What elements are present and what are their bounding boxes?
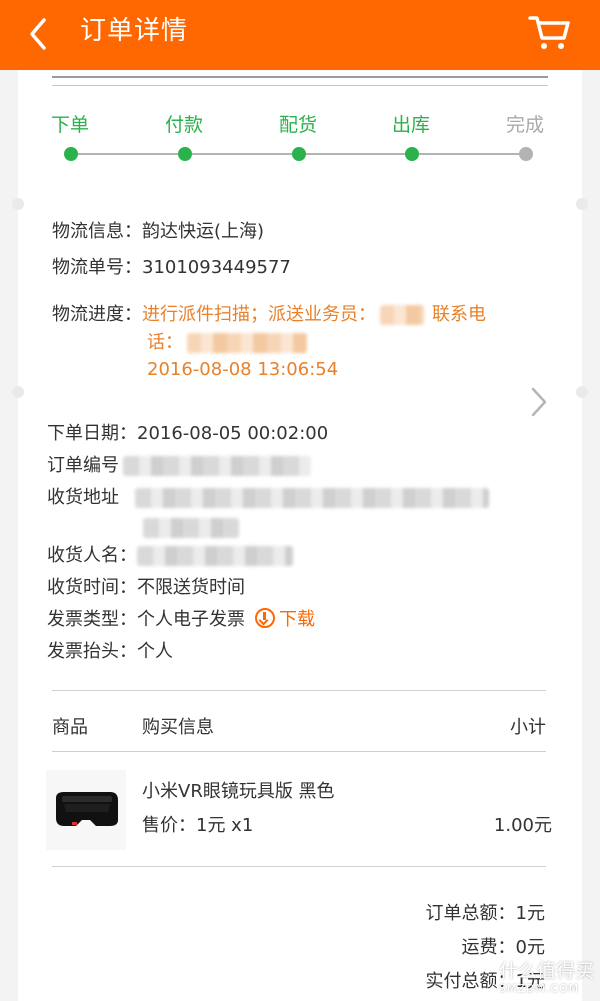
divider — [52, 690, 546, 691]
product-subtotal: 1.00元 — [493, 815, 552, 836]
product-name: 小米VR眼镜玩具版 黑色 — [142, 781, 335, 802]
delivery-time-row: 收货时间：不限送货时间 — [47, 572, 245, 604]
product-price: 售价：1元 x1 — [142, 815, 254, 836]
step-dot — [178, 147, 192, 161]
page-title: 订单详情 — [80, 16, 189, 46]
order-total: 订单总额：1元 — [425, 903, 545, 924]
shipping-address-row: 收货地址 — [47, 482, 489, 514]
step-payment: 付款 — [154, 110, 214, 161]
col-info-header: 购买信息 — [142, 717, 214, 738]
step-order-placed: 下单 — [40, 110, 100, 161]
step-label: 付款 — [164, 114, 203, 136]
redacted-phone — [187, 333, 307, 353]
address-label: 收货地址 — [47, 487, 119, 508]
card-notch — [576, 386, 588, 398]
watermark-domain: SMZDM.COM — [498, 982, 580, 995]
invoice-type-label: 发票类型： — [47, 609, 137, 630]
order-progress-steps: 下单 付款 配货 出库 完成 — [18, 110, 582, 170]
redacted-address-line1 — [135, 488, 489, 508]
card-notch — [12, 198, 24, 210]
invoice-type-value: 个人电子发票 — [137, 609, 245, 630]
progress-label: 物流进度： — [52, 304, 142, 325]
progress-line-done — [71, 153, 417, 155]
logistics-carrier-row: 物流信息：韵达快运(上海) — [52, 216, 264, 248]
step-shipped: 出库 — [381, 110, 441, 161]
step-label: 出库 — [391, 114, 430, 136]
order-date-label: 下单日期： — [47, 423, 137, 444]
receiver-label: 收货人名： — [47, 545, 137, 566]
col-goods-header: 商品 — [52, 717, 88, 738]
divider — [52, 751, 546, 752]
logistics-tracking-row: 物流单号：3101093449577 — [52, 252, 291, 284]
download-invoice-button[interactable]: 下载 — [245, 608, 315, 630]
step-dot — [405, 147, 419, 161]
shopping-cart-icon[interactable] — [528, 12, 572, 52]
invoice-type-row: 发票类型：个人电子发票 下载 — [47, 604, 315, 636]
invoice-title-value: 个人 — [137, 641, 173, 662]
app-header: 订单详情 — [0, 0, 600, 70]
progress-status-text: 进行派件扫描；派送业务员： — [142, 304, 376, 325]
step-picking: 配货 — [268, 110, 328, 161]
order-date-row: 下单日期：2016-08-05 00:02:00 — [47, 418, 328, 450]
divider — [52, 866, 546, 867]
progress-timestamp: 2016-08-08 13:06:54 — [147, 359, 339, 380]
product-thumbnail[interactable] — [46, 770, 126, 850]
download-label: 下载 — [279, 609, 315, 630]
download-icon — [255, 608, 275, 628]
back-arrow-icon[interactable] — [24, 14, 54, 54]
order-number-row: 订单编号 — [47, 450, 311, 482]
step-complete: 完成 — [495, 110, 555, 161]
watermark-text: 什么值得买 — [498, 960, 594, 982]
progress-contact-text: 联系电 — [432, 304, 486, 325]
redacted-receiver — [137, 546, 293, 566]
invoice-title-label: 发票抬头： — [47, 641, 137, 662]
delivery-time-label: 收货时间： — [47, 577, 137, 598]
phone-label: 话： — [147, 332, 183, 353]
step-label: 下单 — [50, 114, 89, 136]
step-label: 配货 — [278, 114, 317, 136]
chevron-right-icon[interactable] — [530, 386, 548, 418]
delivery-time-value: 不限送货时间 — [137, 577, 245, 598]
card-notch — [12, 386, 24, 398]
tracking-label: 物流单号： — [52, 257, 142, 278]
carrier-value: 韵达快运(上海) — [142, 221, 265, 242]
col-subtotal-header: 小计 — [510, 717, 546, 738]
redacted-courier-name — [380, 305, 424, 325]
invoice-title-row: 发票抬头：个人 — [47, 636, 173, 668]
carrier-label: 物流信息： — [52, 221, 142, 242]
step-dot — [64, 147, 78, 161]
progress-line-remaining — [417, 153, 527, 155]
tracking-number: 3101093449577 — [142, 257, 291, 278]
order-detail-card: 下单 付款 配货 出库 完成 物流信息：韵达快运(上海) 物流单号：310109… — [18, 70, 582, 1001]
card-top-divider — [52, 76, 548, 86]
step-label: 完成 — [505, 114, 544, 136]
watermark: 什么值得买 SMZDM.COM — [499, 960, 594, 995]
redacted-order-number — [123, 456, 311, 476]
order-date-value: 2016-08-05 00:02:00 — [137, 423, 329, 444]
step-dot — [519, 147, 533, 161]
card-notch — [576, 198, 588, 210]
redacted-address-line2 — [143, 518, 239, 538]
step-dot — [292, 147, 306, 161]
receiver-row: 收货人名： — [47, 540, 293, 572]
order-number-label: 订单编号 — [47, 455, 119, 476]
